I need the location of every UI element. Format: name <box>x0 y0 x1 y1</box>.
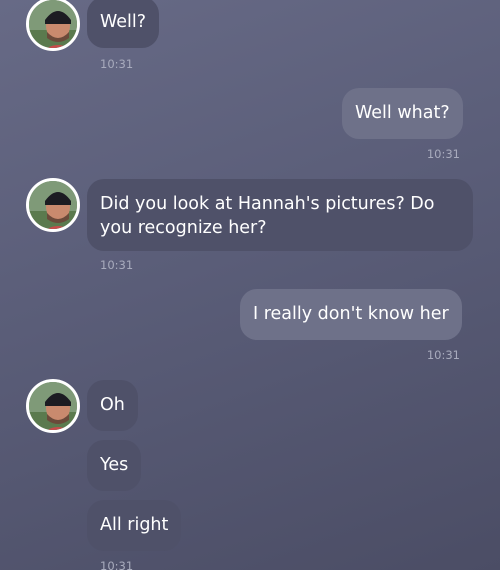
message-timestamp: 10:31 <box>100 559 134 570</box>
message-bubble[interactable]: All right <box>87 500 182 551</box>
message-timestamp: 10:31 <box>426 147 460 161</box>
contact-avatar[interactable] <box>26 379 80 433</box>
message-timestamp: 10:31 <box>100 258 134 272</box>
chat-thread: Well? 10:31 Well what? 10:31 Did you loo… <box>0 0 500 570</box>
message-bubble[interactable]: Well? <box>87 0 160 48</box>
message-bubble[interactable]: Yes <box>87 440 142 491</box>
message-bubble[interactable]: Well what? <box>342 88 463 139</box>
message-timestamp: 10:31 <box>426 348 460 362</box>
avatar-photo <box>29 0 77 48</box>
contact-avatar[interactable] <box>26 0 80 51</box>
contact-avatar[interactable] <box>26 178 80 232</box>
message-bubble[interactable]: Did you look at Hannah's pictures? Do yo… <box>87 179 473 251</box>
message-bubble[interactable]: Oh <box>87 380 138 431</box>
avatar-photo <box>29 181 77 229</box>
message-timestamp: 10:31 <box>100 57 134 71</box>
message-bubble[interactable]: I really don't know her <box>240 289 462 340</box>
avatar-photo <box>29 382 77 430</box>
